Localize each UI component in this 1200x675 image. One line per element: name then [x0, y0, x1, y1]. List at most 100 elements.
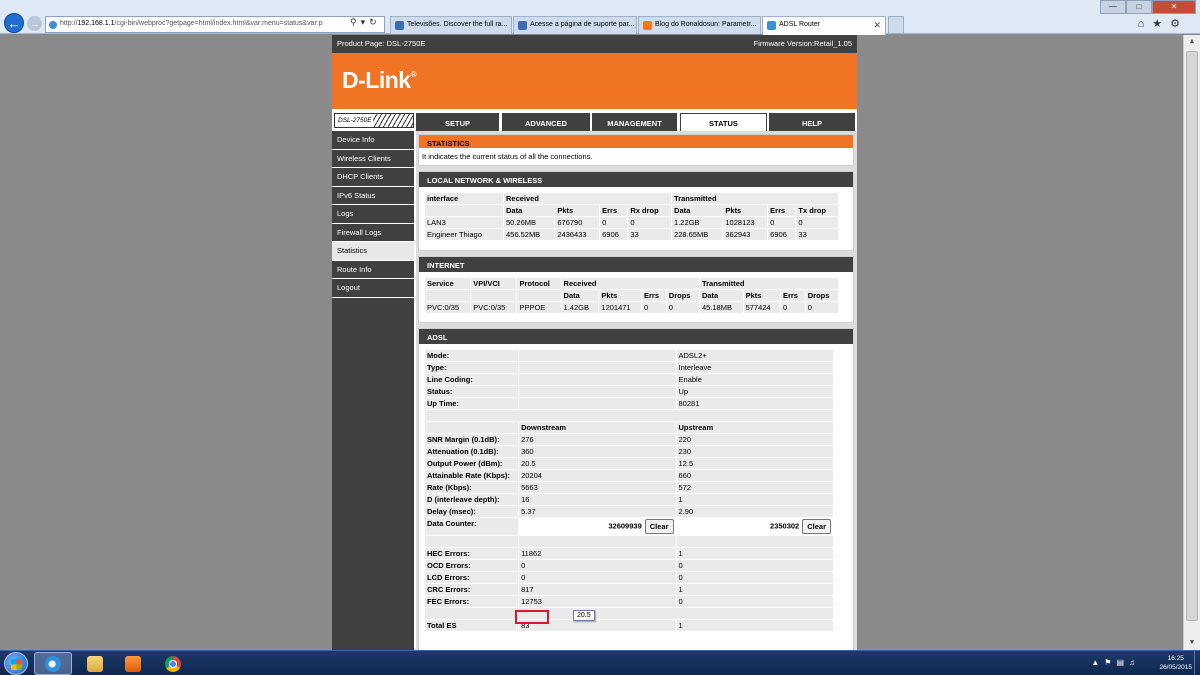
tab-help[interactable]: HELP [769, 113, 855, 131]
minimize-button[interactable]: — [1100, 0, 1126, 14]
table-row: Mode: ADSL2+ [425, 350, 833, 361]
tab-management[interactable]: MANAGEMENT [592, 113, 677, 131]
vertical-scrollbar[interactable]: ▲ ▼ [1183, 35, 1200, 650]
favorites-star-icon[interactable]: ★ [1152, 18, 1170, 30]
sidebar-item-wireless-clients[interactable]: Wireless Clients [332, 150, 414, 168]
volume-icon[interactable]: ♫ [1129, 658, 1140, 667]
table-cell: PPPOE [517, 302, 561, 313]
col-vpi-vci: VPI/VCI [471, 278, 517, 289]
counter-value: 2350302 [770, 521, 800, 531]
col-received: Received [561, 278, 699, 289]
col-header: Drops [805, 290, 838, 301]
tab-setup[interactable]: SETUP [416, 113, 499, 131]
close-window-button[interactable]: ✕ [1152, 0, 1196, 14]
sidebar-item-logout[interactable]: Logout [332, 279, 414, 298]
highlight-annotation [515, 610, 549, 624]
browser-tab-1[interactable]: Televisões. Discover the full ra... [390, 16, 512, 34]
settings-gear-icon[interactable]: ⚙ [1170, 18, 1188, 30]
refresh-icon[interactable]: ↻ [369, 17, 381, 27]
table-row: FEC Errors: 12753 0 [425, 596, 833, 607]
scroll-up-icon[interactable]: ▲ [1184, 35, 1200, 49]
model-badge: DSL-2750E [334, 113, 414, 128]
row-label: LCD Errors: [425, 572, 519, 583]
tab-label: Acesse a página de suporte par... [530, 21, 635, 28]
sidebar: Device Info Wireless Clients DHCP Client… [332, 131, 414, 650]
browser-tab-2[interactable]: Acesse a página de suporte par... [513, 16, 637, 34]
table-cell: 577424 [743, 302, 780, 313]
col-header: Errs [768, 205, 796, 216]
col-header: Tx drop [796, 205, 838, 216]
table-row: Attenuation (0.1dB): 360 230 [425, 446, 833, 457]
col-protocol: Protocol [517, 278, 561, 289]
network-icon[interactable]: ▤ [1116, 658, 1129, 667]
tab-label: ADVANCED [525, 119, 567, 128]
taskbar-explorer[interactable] [76, 652, 114, 675]
adsl-table: Mode: ADSL2+ Type: Interleave Line Coding:… [424, 349, 834, 632]
table-row: SNR Margin (0.1dB): 276 220 [425, 434, 833, 445]
sidebar-item-firewall-logs[interactable]: Firewall Logs [332, 224, 414, 242]
clear-upstream-button[interactable]: Clear [802, 519, 831, 534]
row-label: Line Coding: [425, 374, 519, 385]
row-label: Delay (msec): [425, 506, 519, 517]
taskbar-chrome[interactable] [154, 652, 192, 675]
table-header-row: Service VPI/VCI Protocol Received Transm… [425, 278, 838, 289]
sidebar-item-logs[interactable]: Logs [332, 205, 414, 224]
sidebar-item-ipv6-status[interactable]: IPv6 Status [332, 187, 414, 205]
search-icon[interactable]: ⚲ [350, 17, 361, 27]
table-row: Status: Up [425, 386, 833, 397]
dlink-logo[interactable]: D-Link® [342, 67, 417, 94]
row-label: D (interleave depth): [425, 494, 519, 505]
statistics-description: It indicates the current status of all t… [422, 152, 593, 161]
tab-advanced[interactable]: ADVANCED [502, 113, 590, 131]
sidebar-item-device-info[interactable]: Device Info [332, 131, 414, 150]
forward-button[interactable]: → [27, 16, 42, 31]
browser-tab-active[interactable]: ADSL Router ✕ [762, 16, 886, 35]
internet-table: Service VPI/VCI Protocol Received Transm… [424, 277, 839, 314]
table-row: LCD Errors: 0 0 [425, 572, 833, 583]
col-service: Service [425, 278, 471, 289]
table-subheader-row: Data Pkts Errs Drops Data Pkts Errs Drop… [425, 290, 838, 301]
tab-label: HELP [801, 119, 822, 128]
adsl-title: ADSL [419, 329, 853, 344]
table-row: Line Coding: Enable [425, 374, 833, 385]
sidebar-item-statistics[interactable]: Statistics [332, 242, 414, 261]
taskbar-media-player[interactable] [114, 652, 152, 675]
scroll-thumb[interactable] [1186, 51, 1198, 621]
col-header: Errs [600, 205, 628, 216]
close-tab-icon[interactable]: ✕ [873, 20, 881, 31]
tab-status[interactable]: STATUS [680, 113, 767, 131]
blank-cell [425, 290, 471, 301]
counter-value: 32609939 [608, 521, 642, 531]
home-icon[interactable]: ⌂ [1138, 18, 1153, 30]
router-page: Product Page: DSL-2750E Firmware Version… [332, 35, 857, 650]
maximize-button[interactable]: □ [1126, 0, 1152, 14]
table-row: OCD Errors: 0 0 [425, 560, 833, 571]
action-center-flag-icon[interactable]: ⚑ [1104, 658, 1116, 667]
new-tab-button[interactable] [888, 16, 904, 34]
sidebar-item-route-info[interactable]: Route Info [332, 261, 414, 279]
product-name: Product Page: DSL-2750E [337, 39, 426, 48]
address-bar[interactable]: http://192.168.1.1/cgi-bin/webproc?getpa… [45, 16, 385, 33]
show-hidden-icons-icon[interactable]: ▲ [1091, 658, 1104, 667]
address-tools: ⚲▾↻ [350, 17, 381, 28]
start-button[interactable] [4, 652, 28, 675]
clear-downstream-button[interactable]: Clear [644, 519, 674, 534]
scroll-down-icon[interactable]: ▼ [1184, 636, 1200, 650]
upstream-value: 1 [676, 584, 833, 595]
show-desktop-button[interactable] [1194, 651, 1200, 675]
row-label: HEC Errors: [425, 548, 519, 559]
back-button[interactable]: ← [4, 13, 24, 33]
taskbar-ie[interactable] [34, 652, 72, 675]
sidebar-item-dhcp-clients[interactable]: DHCP Clients [332, 168, 414, 187]
table-cell: 1.22GB [672, 217, 723, 228]
browser-tab-3[interactable]: Blog do Ronaldosun: Parametr... [638, 16, 761, 34]
clock[interactable]: 16:25 26/05/2015 [1159, 653, 1192, 671]
row-value: ADSL2+ [676, 350, 833, 361]
table-row: Engineer Thiago 456.52MB 2436433 6906 33… [425, 229, 838, 240]
downstream-value: 817 [519, 584, 676, 595]
page-icon [49, 21, 57, 29]
col-downstream: Downstream [519, 422, 676, 433]
site-icon [518, 21, 527, 30]
url-prefix: http:// [60, 20, 78, 27]
dropdown-icon[interactable]: ▾ [361, 17, 370, 27]
